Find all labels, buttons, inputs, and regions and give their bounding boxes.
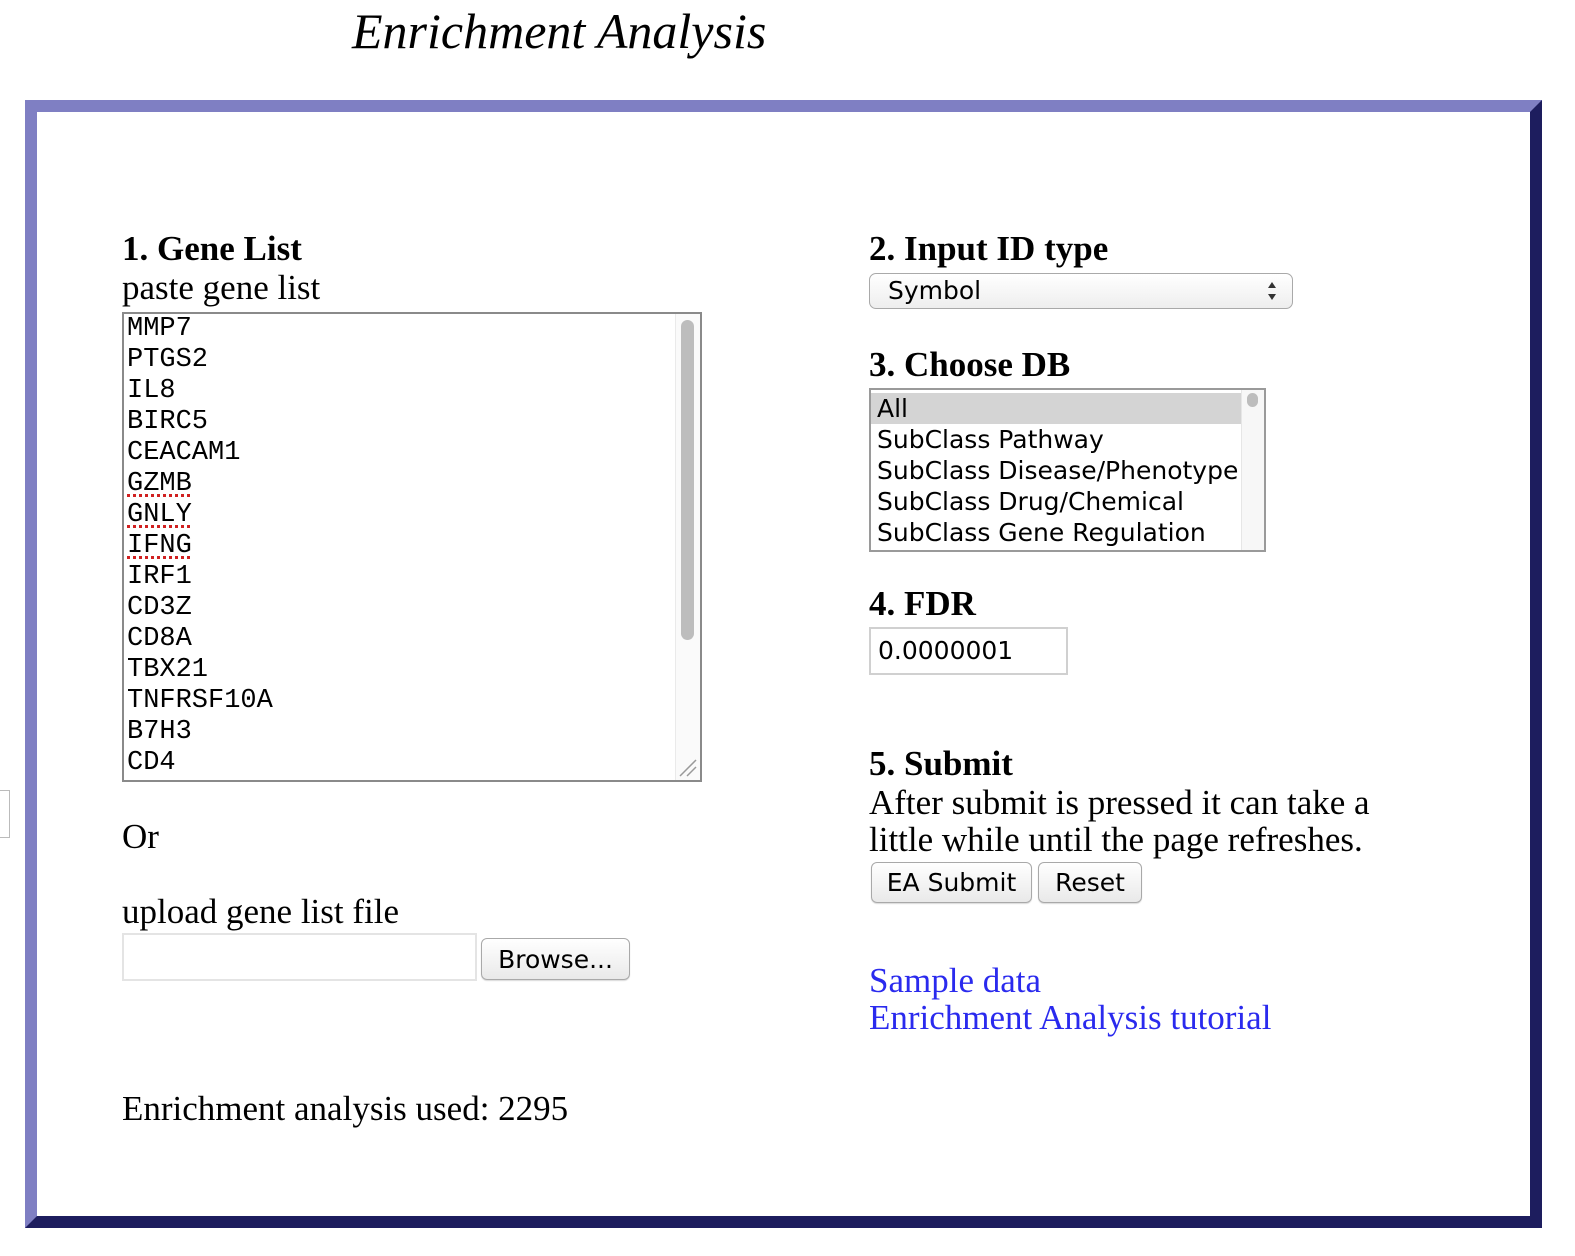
gene-line: GZMB [127, 469, 273, 500]
upload-gene-list-label: upload gene list file [122, 892, 400, 931]
reset-button[interactable]: Reset [1038, 862, 1142, 903]
file-path-field[interactable] [122, 933, 477, 981]
gene-line: CD8A [127, 624, 273, 655]
gene-list-scroll-thumb[interactable] [681, 320, 694, 640]
db-option[interactable]: All [871, 393, 1241, 424]
db-option[interactable]: SubClass Drug/Chemical [871, 486, 1241, 517]
gene-list-content: MMP7 PTGS2 IL8 BIRC5 CEACAM1 GZMB GNLY IFNG IRF1… [127, 314, 273, 779]
gene-list-textarea[interactable]: MMP7 PTGS2 IL8 BIRC5 CEACAM1 GZMB GNLY IFNG IRF1… [122, 312, 702, 782]
gene-name: IRF1 [127, 562, 192, 592]
ea-submit-button[interactable]: EA Submit [871, 862, 1032, 903]
paste-gene-list-label: paste gene list [122, 268, 321, 307]
gene-name: GZMB [127, 469, 192, 499]
page-title: Enrichment Analysis [352, 3, 767, 59]
db-option[interactable]: SubClass Pathway [871, 424, 1241, 455]
gene-name: PTGS2 [127, 345, 209, 375]
gene-line: TBX21 [127, 655, 273, 686]
or-label: Or [122, 817, 159, 856]
gene-name: MMP7 [127, 314, 192, 344]
gene-name: TNFRSF10A [127, 686, 273, 716]
resize-grip-icon[interactable] [676, 756, 698, 778]
input-id-type-heading: 2. Input ID type [869, 229, 1109, 268]
gene-line: CD3Z [127, 593, 273, 624]
gene-line: IL8 [127, 376, 273, 407]
gene-line: IRF1 [127, 562, 273, 593]
gene-line: TNFRSF10A [127, 686, 273, 717]
browse-button[interactable]: Browse... [481, 938, 630, 980]
db-option[interactable]: SubClass Gene Regulation [871, 517, 1241, 548]
gene-name: CD8A [127, 624, 192, 654]
choose-db-scroll-thumb[interactable] [1247, 393, 1258, 407]
tutorial-link[interactable]: Enrichment Analysis tutorial [869, 999, 1271, 1037]
gene-list-heading: 1. Gene List [122, 229, 302, 268]
gene-name: TBX21 [127, 655, 209, 685]
select-arrows-icon [1268, 282, 1276, 300]
gene-line: GNLY [127, 500, 273, 531]
choose-db-scrollbar[interactable] [1241, 390, 1264, 550]
submit-note-line-1: After submit is pressed it can take a [869, 783, 1370, 822]
gene-name: IL8 [127, 376, 176, 406]
gene-line: MMP7 [127, 314, 273, 345]
sample-data-link[interactable]: Sample data [869, 962, 1041, 1000]
gene-line: B7H3 [127, 717, 273, 748]
input-id-type-select[interactable]: Symbol [869, 273, 1293, 309]
fdr-input[interactable]: 0.0000001 [869, 627, 1068, 675]
choose-db-heading: 3. Choose DB [869, 345, 1071, 384]
gene-list-scrollbar[interactable] [675, 314, 700, 780]
submit-heading: 5. Submit [869, 744, 1013, 783]
gene-line: CD4 [127, 748, 273, 779]
input-id-type-selected: Symbol [888, 276, 982, 305]
gene-line: IFNG [127, 531, 273, 562]
choose-db-listbox[interactable]: All SubClass Pathway SubClass Disease/Phen… [869, 388, 1266, 552]
submit-note-line-2: little while until the page refreshes. [869, 820, 1363, 859]
gene-name: CEACAM1 [127, 438, 241, 468]
gene-name: BIRC5 [127, 407, 209, 437]
gene-name: CD4 [127, 748, 176, 778]
gene-line: PTGS2 [127, 345, 273, 376]
gene-name: GNLY [127, 500, 192, 530]
gene-name: B7H3 [127, 717, 192, 747]
db-option[interactable]: SubClass Disease/Phenotype [871, 455, 1241, 486]
gene-name: CD3Z [127, 593, 192, 623]
offscreen-element-edge [0, 790, 10, 838]
fdr-heading: 4. FDR [869, 584, 976, 623]
gene-line: CEACAM1 [127, 438, 273, 469]
gene-line: BIRC5 [127, 407, 273, 438]
usage-count-text: Enrichment analysis used: 2295 [122, 1089, 569, 1128]
gene-name: IFNG [127, 531, 192, 561]
